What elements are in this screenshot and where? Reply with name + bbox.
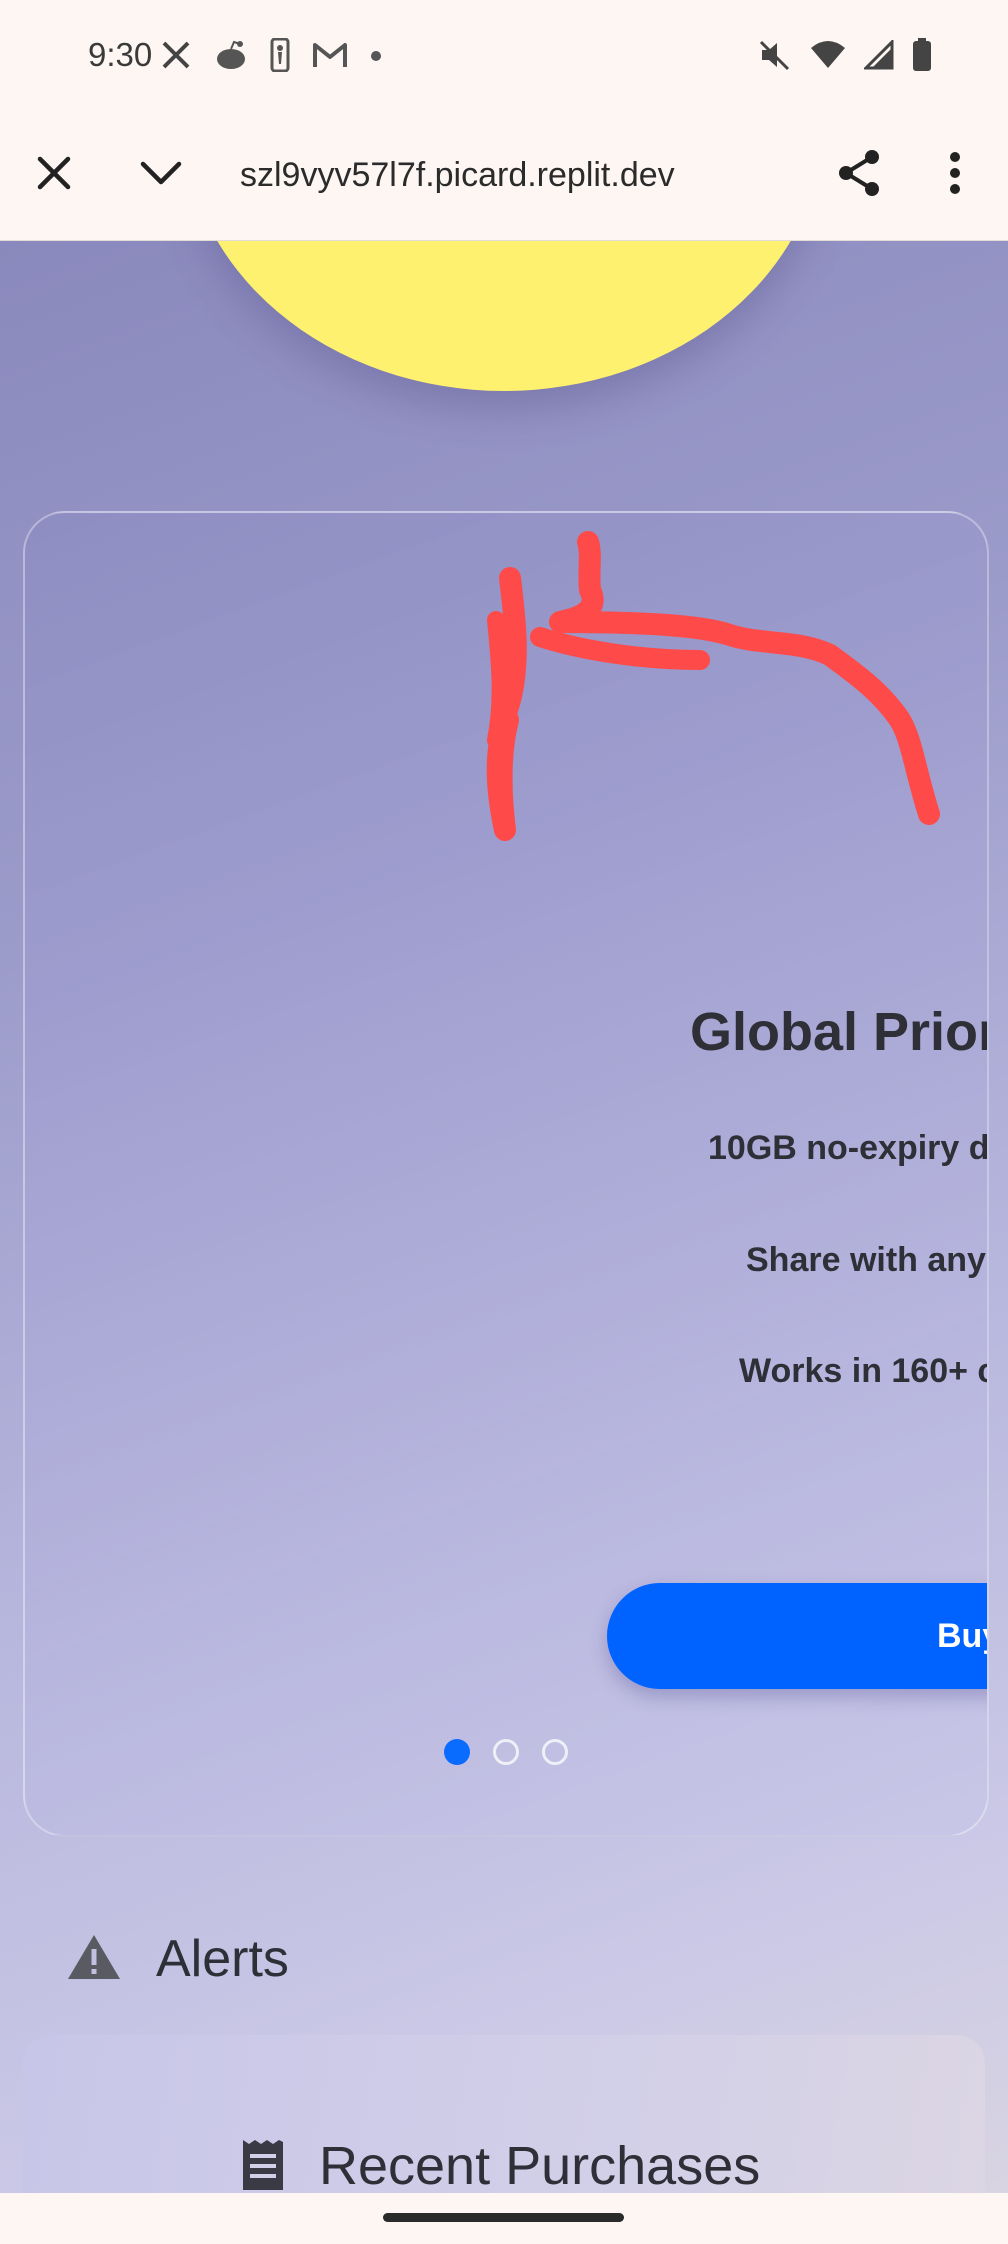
mute-icon	[758, 39, 792, 76]
warning-icon	[66, 1933, 122, 1986]
url-bar[interactable]: szl9vyv57l7f.picard.replit.dev	[240, 156, 720, 195]
home-indicator[interactable]	[383, 2213, 624, 2222]
gesture-nav-bar	[0, 2193, 1008, 2244]
receipt-icon	[241, 2138, 285, 2194]
nba-icon	[270, 37, 290, 77]
alerts-title: Alerts	[156, 1930, 289, 1988]
status-bar: 9:30	[0, 0, 1008, 110]
buy-button-label: Buy	[937, 1617, 987, 1655]
gmail-icon	[312, 41, 348, 74]
notification-dot-icon	[370, 49, 382, 67]
signal-icon	[862, 38, 894, 75]
browser-toolbar: szl9vyv57l7f.picard.replit.dev	[0, 110, 1008, 242]
plan-feature: 10GB no-expiry dat	[708, 1129, 989, 1167]
plan-feature: Works in 160+ co	[739, 1352, 987, 1390]
reddit-icon	[214, 39, 248, 76]
notification-icons	[160, 37, 382, 77]
status-time: 9:30	[88, 36, 153, 73]
collapse-button[interactable]	[131, 145, 191, 205]
carousel-dot-3[interactable]	[542, 1739, 568, 1765]
close-icon	[36, 155, 72, 196]
share-button[interactable]	[829, 145, 889, 205]
recent-purchases-title: Recent Purchases	[319, 2136, 761, 2193]
more-vert-icon	[949, 151, 961, 200]
more-menu-button[interactable]	[925, 145, 985, 205]
web-content: Global Priori 10GB no-expiry dat Share w…	[0, 241, 1008, 2193]
wifi-icon	[810, 40, 846, 75]
plan-feature: Share with any n	[746, 1241, 987, 1279]
carousel-dot-2[interactable]	[493, 1739, 519, 1765]
carousel-pagination	[25, 1739, 987, 1769]
alerts-heading: Alerts	[66, 1929, 289, 1989]
plan-carousel[interactable]: Global Priori 10GB no-expiry dat Share w…	[23, 511, 989, 1837]
carousel-dot-1[interactable]	[444, 1739, 470, 1765]
recent-purchases-heading: Recent Purchases	[241, 2135, 760, 2193]
battery-icon	[912, 38, 932, 77]
sun-decoration	[184, 241, 824, 391]
x-app-icon	[160, 39, 192, 76]
plan-slide[interactable]: Global Priori 10GB no-expiry dat Share w…	[25, 513, 987, 1835]
close-button[interactable]	[24, 145, 84, 205]
buy-button[interactable]: Buy	[607, 1583, 987, 1689]
share-icon	[836, 149, 882, 202]
recent-purchases-card: Recent Purchases	[23, 2035, 985, 2193]
system-icons	[758, 38, 932, 77]
plan-title: Global Priori	[690, 1002, 989, 1062]
screen: 9:30 szl9vyv57l7f.picard.replit.dev Glob…	[0, 0, 1008, 2244]
chevron-down-icon	[140, 160, 182, 191]
